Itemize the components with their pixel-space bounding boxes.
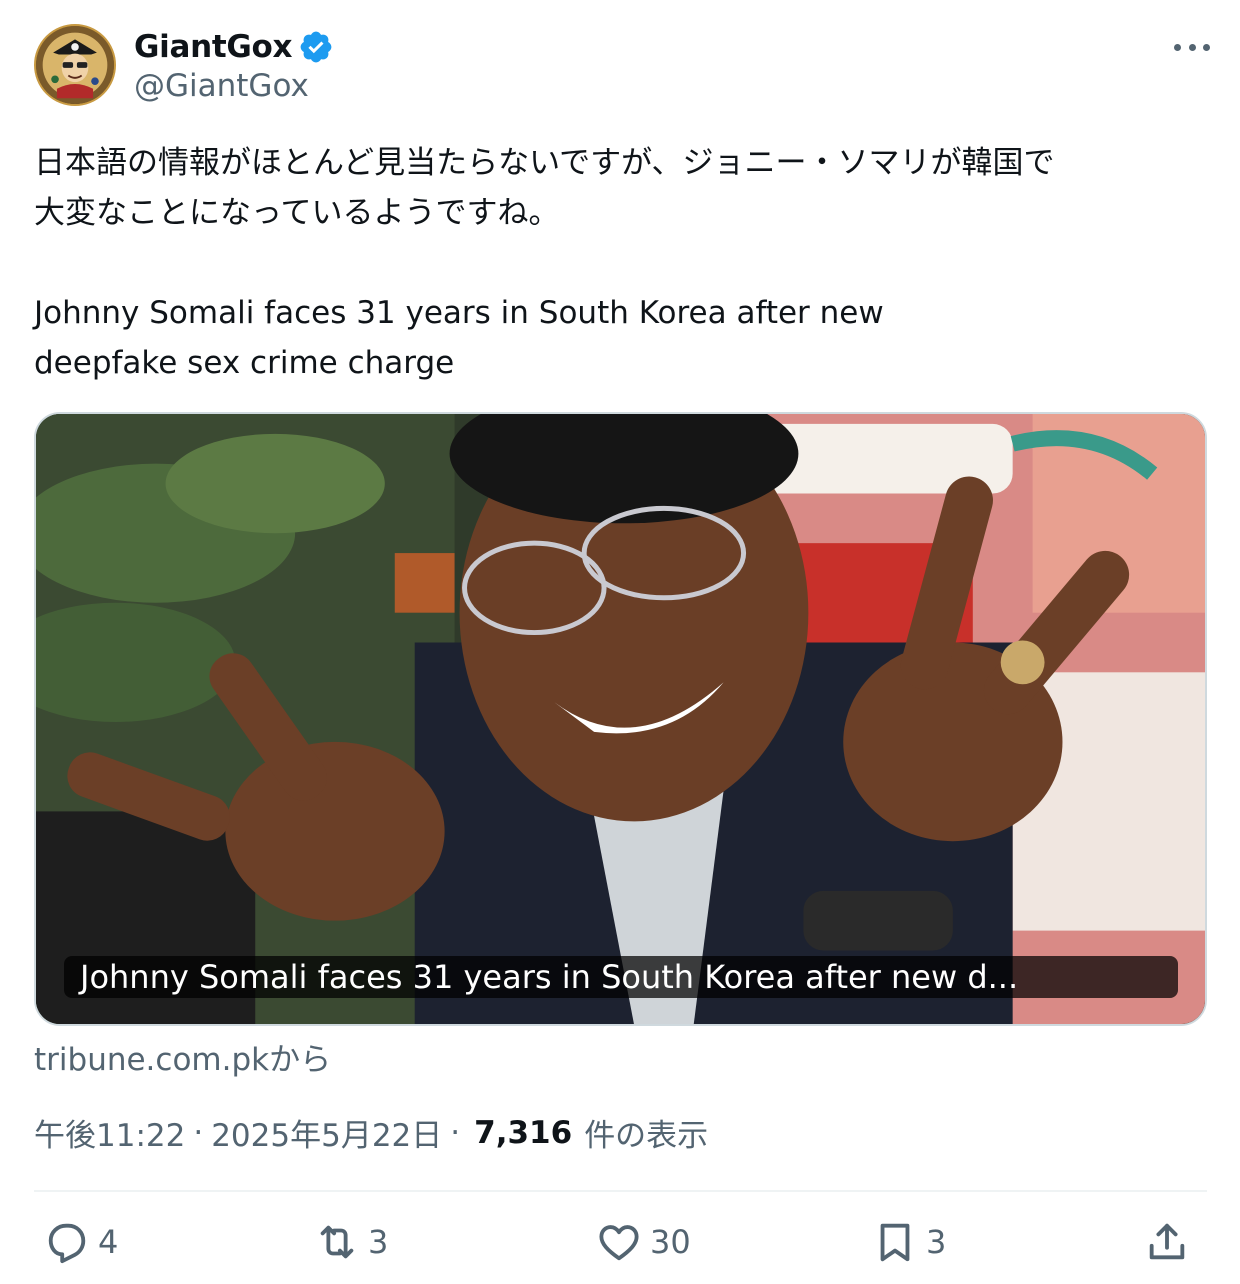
tweet-text-en-line1: Johnny Somali faces 31 years in South Ko… [34,295,884,331]
like-count: 30 [650,1223,691,1261]
tweet-text-jp-line1: 日本語の情報がほとんど見当たらないですが、ジョニー・ソマリが韓国で [34,145,1055,181]
views-label: 件の表示 [584,1118,709,1154]
tweet-meta: 午後11:22 · 2025年5月22日 · 7,316 件の表示 [34,1110,708,1155]
share-button[interactable] [1144,1212,1190,1272]
repost-button[interactable]: 3 [314,1212,388,1272]
more-dot [1174,43,1181,51]
heart-icon [599,1225,639,1261]
reply-icon [48,1223,86,1264]
bookmark-icon [880,1223,910,1262]
meta-separator: · [450,1114,461,1151]
more-dot [1203,43,1210,51]
repost-count: 3 [368,1223,389,1261]
card-image [36,414,1205,1024]
meta-separator: · [193,1114,204,1151]
link-card[interactable]: Johnny Somali faces 31 years in South Ko… [34,412,1207,1026]
reply-count: 4 [98,1223,119,1261]
tweet-text-jp-line2: 大変なことになっているようですね。 [34,195,560,231]
divider [34,1190,1207,1192]
author-avatar[interactable] [34,24,116,106]
share-icon [1149,1223,1185,1260]
avatar-illustration [36,26,114,104]
card-source[interactable]: tribune.com.pkから [34,1034,331,1079]
reply-button[interactable]: 4 [44,1212,118,1272]
tweet-header: GiantGox @GiantGox [34,24,1214,108]
author-handle[interactable]: @GiantGox [134,68,309,104]
card-caption: Johnny Somali faces 31 years in South Ko… [64,956,1178,998]
more-icon[interactable] [1170,32,1214,62]
repost-icon [320,1225,354,1259]
verified-badge-icon [300,31,332,63]
tweet-text-en-line2: deepfake sex crime charge [34,345,455,381]
action-bar: 4 3 30 3 [34,1212,1207,1272]
bookmark-button[interactable]: 3 [872,1212,946,1272]
more-dot [1188,43,1196,51]
author-name-row[interactable]: GiantGox [134,28,334,66]
author-display-name[interactable]: GiantGox [134,29,293,65]
tweet-body: 日本語の情報がほとんど見当たらないですが、ジョニー・ソマリが韓国で 大変なことに… [34,138,1204,388]
bookmark-count: 3 [926,1223,947,1261]
tweet-date[interactable]: 2025年5月22日 [211,1110,442,1155]
views-count[interactable]: 7,316 [474,1115,572,1151]
tweet-time[interactable]: 午後11:22 [34,1110,185,1155]
like-button[interactable]: 30 [596,1212,691,1272]
